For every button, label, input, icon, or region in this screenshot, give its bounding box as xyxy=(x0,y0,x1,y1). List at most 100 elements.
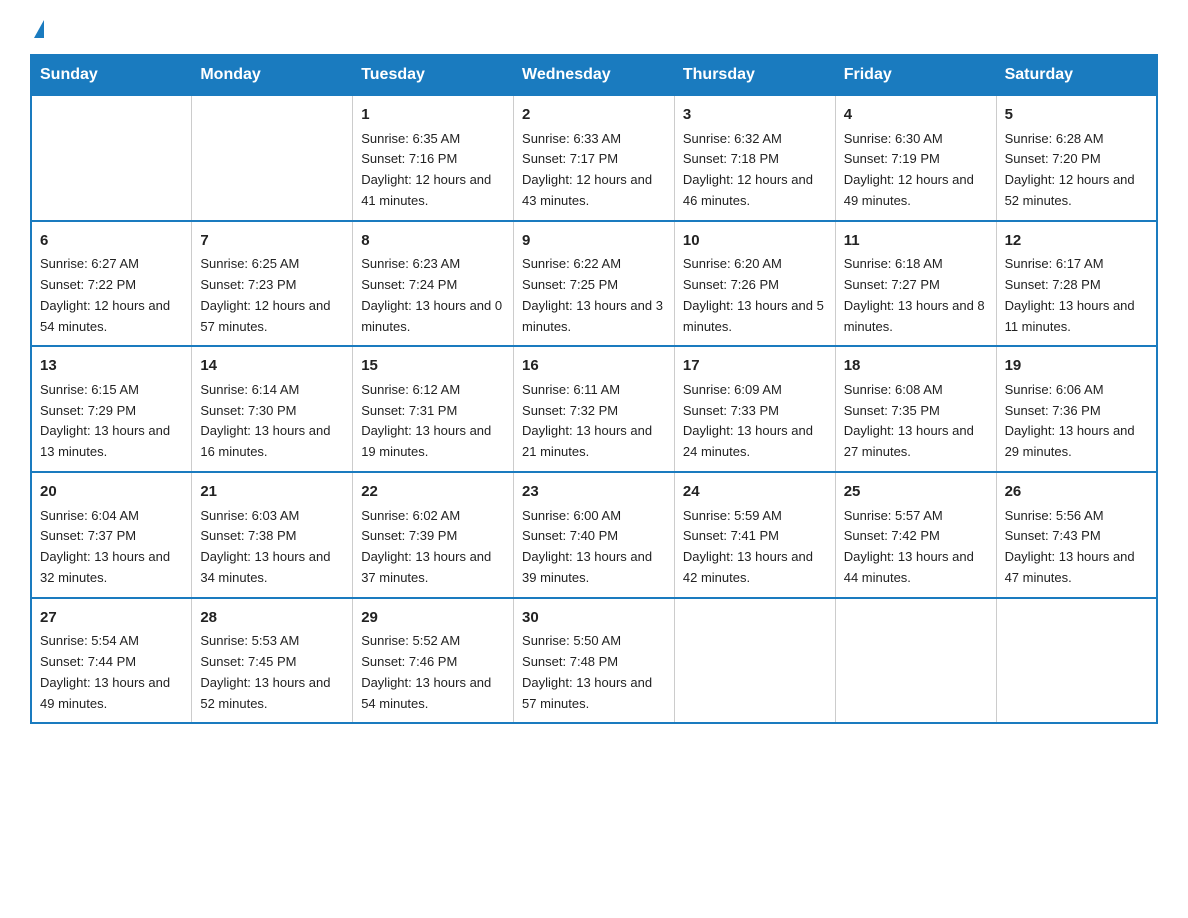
day-info: Sunrise: 6:04 AMSunset: 7:37 PMDaylight:… xyxy=(40,506,183,589)
calendar-cell: 28Sunrise: 5:53 AMSunset: 7:45 PMDayligh… xyxy=(192,598,353,724)
day-number: 15 xyxy=(361,355,505,378)
calendar-week-row: 13Sunrise: 6:15 AMSunset: 7:29 PMDayligh… xyxy=(31,346,1157,472)
day-info: Sunrise: 6:02 AMSunset: 7:39 PMDaylight:… xyxy=(361,506,505,589)
day-number: 26 xyxy=(1005,481,1148,504)
day-number: 1 xyxy=(361,104,505,127)
day-number: 27 xyxy=(40,607,183,630)
calendar-cell: 12Sunrise: 6:17 AMSunset: 7:28 PMDayligh… xyxy=(996,221,1157,347)
logo xyxy=(30,20,44,36)
day-info: Sunrise: 6:09 AMSunset: 7:33 PMDaylight:… xyxy=(683,380,827,463)
day-number: 12 xyxy=(1005,230,1148,253)
weekday-header-monday: Monday xyxy=(192,55,353,95)
calendar-cell: 4Sunrise: 6:30 AMSunset: 7:19 PMDaylight… xyxy=(835,95,996,221)
calendar-cell: 27Sunrise: 5:54 AMSunset: 7:44 PMDayligh… xyxy=(31,598,192,724)
day-info: Sunrise: 6:30 AMSunset: 7:19 PMDaylight:… xyxy=(844,129,988,212)
day-number: 6 xyxy=(40,230,183,253)
day-number: 21 xyxy=(200,481,344,504)
weekday-header-sunday: Sunday xyxy=(31,55,192,95)
calendar-cell: 19Sunrise: 6:06 AMSunset: 7:36 PMDayligh… xyxy=(996,346,1157,472)
calendar-cell: 9Sunrise: 6:22 AMSunset: 7:25 PMDaylight… xyxy=(514,221,675,347)
day-info: Sunrise: 6:25 AMSunset: 7:23 PMDaylight:… xyxy=(200,254,344,337)
day-info: Sunrise: 6:28 AMSunset: 7:20 PMDaylight:… xyxy=(1005,129,1148,212)
day-number: 28 xyxy=(200,607,344,630)
day-number: 7 xyxy=(200,230,344,253)
calendar-week-row: 1Sunrise: 6:35 AMSunset: 7:16 PMDaylight… xyxy=(31,95,1157,221)
day-info: Sunrise: 6:14 AMSunset: 7:30 PMDaylight:… xyxy=(200,380,344,463)
day-info: Sunrise: 6:08 AMSunset: 7:35 PMDaylight:… xyxy=(844,380,988,463)
calendar-cell: 30Sunrise: 5:50 AMSunset: 7:48 PMDayligh… xyxy=(514,598,675,724)
weekday-header-saturday: Saturday xyxy=(996,55,1157,95)
calendar-cell xyxy=(835,598,996,724)
day-info: Sunrise: 5:53 AMSunset: 7:45 PMDaylight:… xyxy=(200,631,344,714)
calendar-cell: 1Sunrise: 6:35 AMSunset: 7:16 PMDaylight… xyxy=(353,95,514,221)
day-info: Sunrise: 6:32 AMSunset: 7:18 PMDaylight:… xyxy=(683,129,827,212)
calendar-cell xyxy=(192,95,353,221)
calendar-cell: 18Sunrise: 6:08 AMSunset: 7:35 PMDayligh… xyxy=(835,346,996,472)
day-info: Sunrise: 5:52 AMSunset: 7:46 PMDaylight:… xyxy=(361,631,505,714)
day-info: Sunrise: 6:03 AMSunset: 7:38 PMDaylight:… xyxy=(200,506,344,589)
day-info: Sunrise: 6:11 AMSunset: 7:32 PMDaylight:… xyxy=(522,380,666,463)
calendar-cell: 2Sunrise: 6:33 AMSunset: 7:17 PMDaylight… xyxy=(514,95,675,221)
day-number: 3 xyxy=(683,104,827,127)
calendar-cell: 26Sunrise: 5:56 AMSunset: 7:43 PMDayligh… xyxy=(996,472,1157,598)
calendar-cell xyxy=(996,598,1157,724)
day-number: 10 xyxy=(683,230,827,253)
day-info: Sunrise: 6:06 AMSunset: 7:36 PMDaylight:… xyxy=(1005,380,1148,463)
day-number: 2 xyxy=(522,104,666,127)
weekday-header-tuesday: Tuesday xyxy=(353,55,514,95)
day-number: 5 xyxy=(1005,104,1148,127)
day-info: Sunrise: 5:59 AMSunset: 7:41 PMDaylight:… xyxy=(683,506,827,589)
day-number: 24 xyxy=(683,481,827,504)
calendar-cell: 5Sunrise: 6:28 AMSunset: 7:20 PMDaylight… xyxy=(996,95,1157,221)
day-number: 8 xyxy=(361,230,505,253)
weekday-header-friday: Friday xyxy=(835,55,996,95)
day-number: 17 xyxy=(683,355,827,378)
day-info: Sunrise: 5:50 AMSunset: 7:48 PMDaylight:… xyxy=(522,631,666,714)
day-number: 18 xyxy=(844,355,988,378)
logo-triangle-icon xyxy=(34,20,44,38)
weekday-header-row: SundayMondayTuesdayWednesdayThursdayFrid… xyxy=(31,55,1157,95)
day-info: Sunrise: 5:57 AMSunset: 7:42 PMDaylight:… xyxy=(844,506,988,589)
day-info: Sunrise: 6:20 AMSunset: 7:26 PMDaylight:… xyxy=(683,254,827,337)
day-info: Sunrise: 6:27 AMSunset: 7:22 PMDaylight:… xyxy=(40,254,183,337)
day-info: Sunrise: 6:33 AMSunset: 7:17 PMDaylight:… xyxy=(522,129,666,212)
day-number: 22 xyxy=(361,481,505,504)
day-info: Sunrise: 6:18 AMSunset: 7:27 PMDaylight:… xyxy=(844,254,988,337)
day-number: 9 xyxy=(522,230,666,253)
calendar-cell: 8Sunrise: 6:23 AMSunset: 7:24 PMDaylight… xyxy=(353,221,514,347)
calendar-cell: 25Sunrise: 5:57 AMSunset: 7:42 PMDayligh… xyxy=(835,472,996,598)
calendar-cell: 22Sunrise: 6:02 AMSunset: 7:39 PMDayligh… xyxy=(353,472,514,598)
day-number: 29 xyxy=(361,607,505,630)
day-number: 30 xyxy=(522,607,666,630)
day-number: 19 xyxy=(1005,355,1148,378)
calendar-week-row: 6Sunrise: 6:27 AMSunset: 7:22 PMDaylight… xyxy=(31,221,1157,347)
calendar-week-row: 20Sunrise: 6:04 AMSunset: 7:37 PMDayligh… xyxy=(31,472,1157,598)
calendar-cell: 10Sunrise: 6:20 AMSunset: 7:26 PMDayligh… xyxy=(674,221,835,347)
calendar-week-row: 27Sunrise: 5:54 AMSunset: 7:44 PMDayligh… xyxy=(31,598,1157,724)
calendar-cell: 3Sunrise: 6:32 AMSunset: 7:18 PMDaylight… xyxy=(674,95,835,221)
day-number: 25 xyxy=(844,481,988,504)
day-number: 16 xyxy=(522,355,666,378)
calendar-cell xyxy=(674,598,835,724)
day-info: Sunrise: 6:35 AMSunset: 7:16 PMDaylight:… xyxy=(361,129,505,212)
calendar-cell: 24Sunrise: 5:59 AMSunset: 7:41 PMDayligh… xyxy=(674,472,835,598)
calendar-cell: 20Sunrise: 6:04 AMSunset: 7:37 PMDayligh… xyxy=(31,472,192,598)
calendar-cell: 14Sunrise: 6:14 AMSunset: 7:30 PMDayligh… xyxy=(192,346,353,472)
day-info: Sunrise: 6:12 AMSunset: 7:31 PMDaylight:… xyxy=(361,380,505,463)
calendar-table: SundayMondayTuesdayWednesdayThursdayFrid… xyxy=(30,54,1158,724)
day-number: 20 xyxy=(40,481,183,504)
logo-text xyxy=(30,20,44,40)
day-info: Sunrise: 5:54 AMSunset: 7:44 PMDaylight:… xyxy=(40,631,183,714)
calendar-cell xyxy=(31,95,192,221)
day-number: 13 xyxy=(40,355,183,378)
calendar-cell: 23Sunrise: 6:00 AMSunset: 7:40 PMDayligh… xyxy=(514,472,675,598)
calendar-cell: 17Sunrise: 6:09 AMSunset: 7:33 PMDayligh… xyxy=(674,346,835,472)
day-number: 11 xyxy=(844,230,988,253)
calendar-cell: 16Sunrise: 6:11 AMSunset: 7:32 PMDayligh… xyxy=(514,346,675,472)
page-header xyxy=(30,20,1158,36)
calendar-cell: 15Sunrise: 6:12 AMSunset: 7:31 PMDayligh… xyxy=(353,346,514,472)
day-number: 4 xyxy=(844,104,988,127)
calendar-cell: 13Sunrise: 6:15 AMSunset: 7:29 PMDayligh… xyxy=(31,346,192,472)
day-info: Sunrise: 6:17 AMSunset: 7:28 PMDaylight:… xyxy=(1005,254,1148,337)
calendar-cell: 7Sunrise: 6:25 AMSunset: 7:23 PMDaylight… xyxy=(192,221,353,347)
